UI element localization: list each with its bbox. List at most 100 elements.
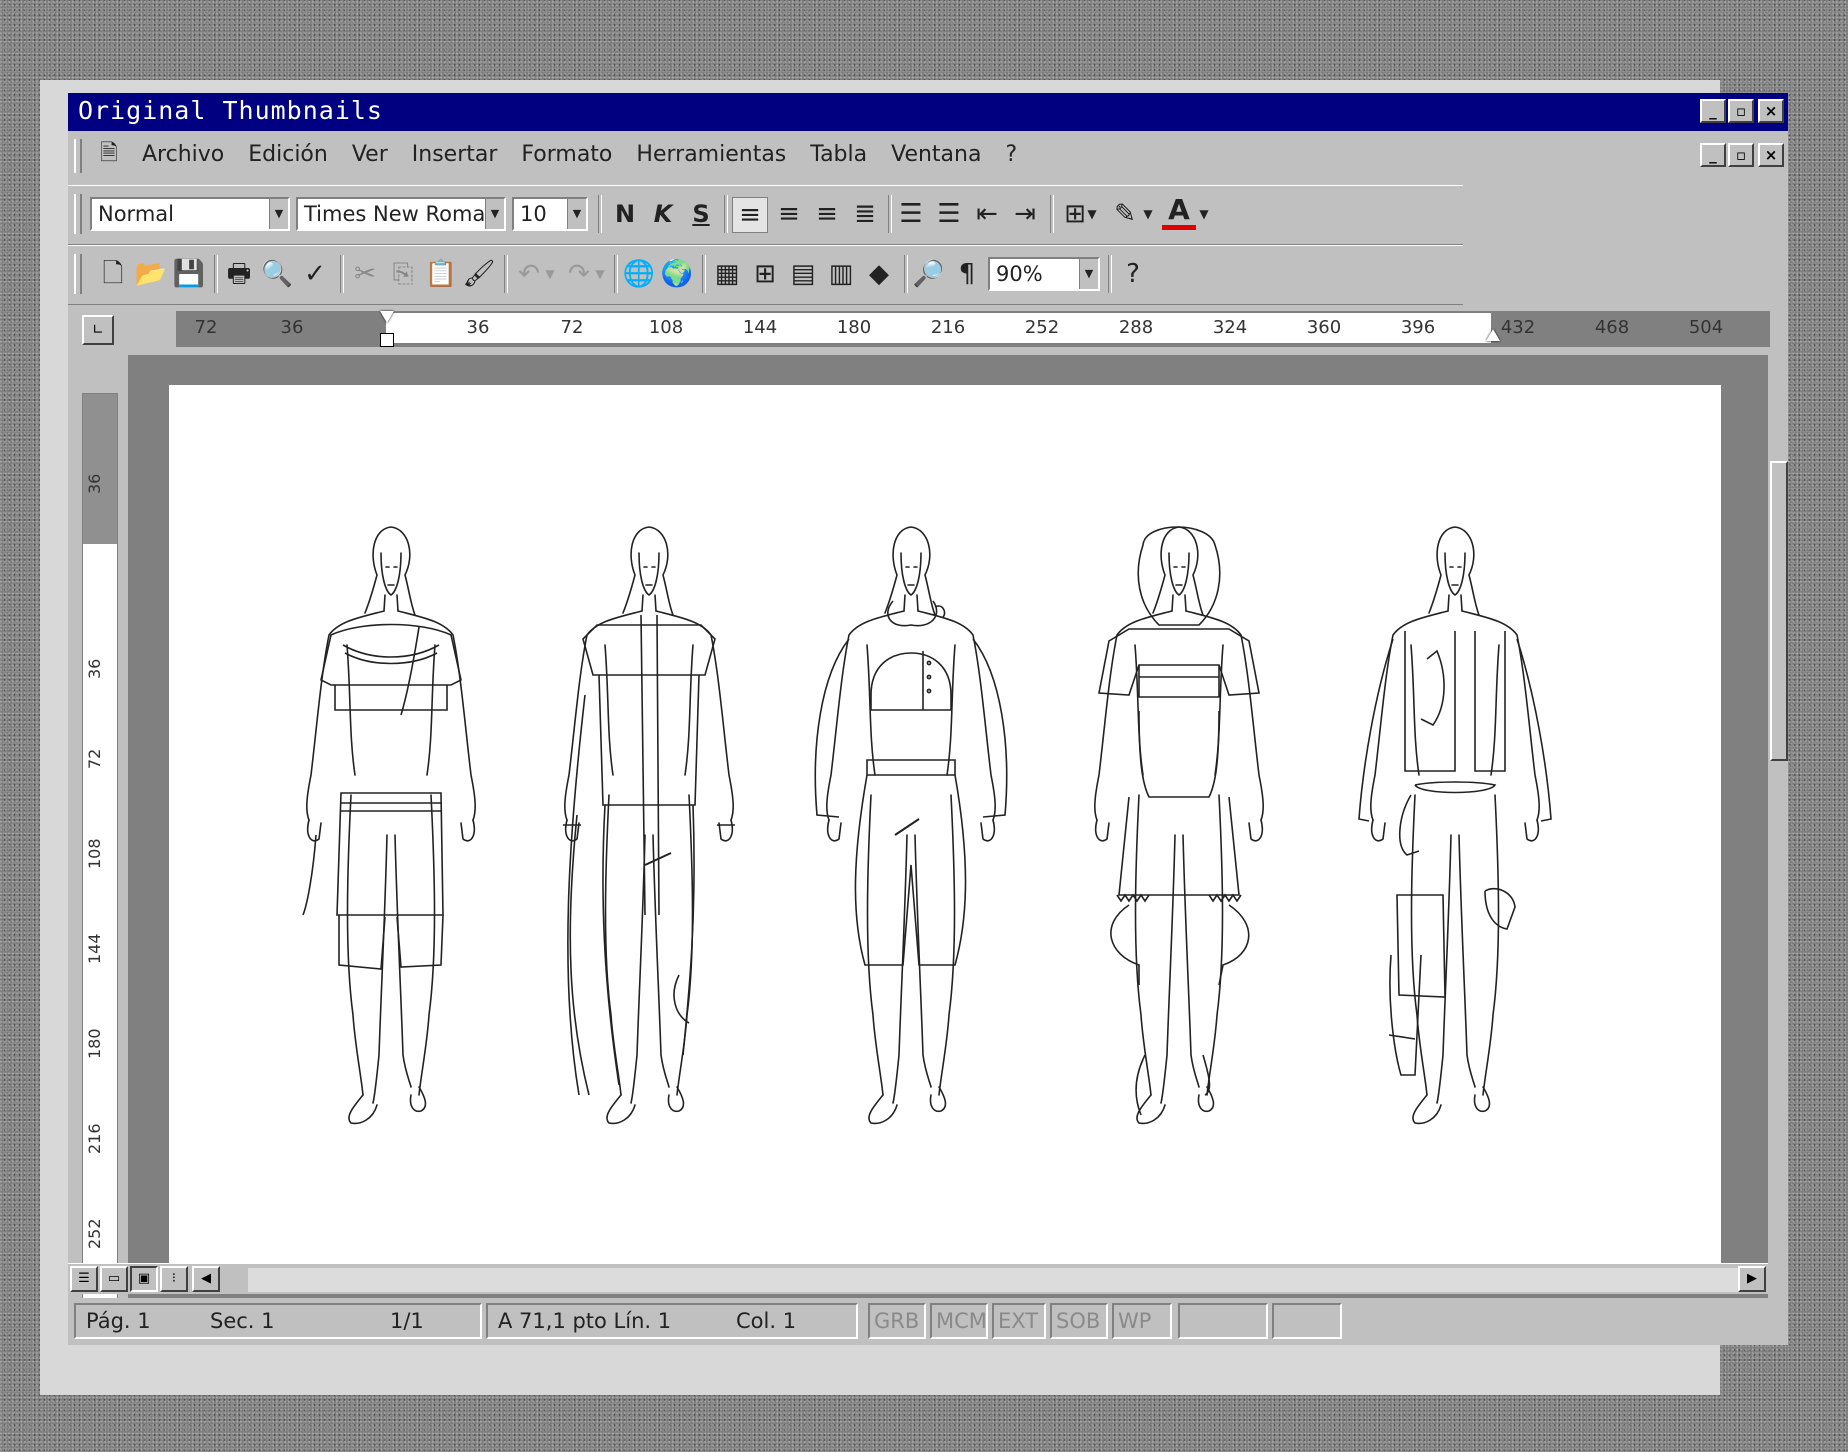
toolbar-grip[interactable]	[74, 254, 82, 294]
minimize-button[interactable]: _	[1700, 99, 1726, 123]
tables-borders-icon[interactable]: ▦	[710, 257, 744, 291]
menu-grip[interactable]	[74, 139, 82, 173]
scroll-thumb[interactable]	[1770, 461, 1788, 761]
toolbar-grip[interactable]	[74, 194, 82, 234]
save-icon[interactable]: 💾	[172, 257, 206, 291]
ruler-label: 288	[1118, 317, 1154, 338]
chevron-down-icon[interactable]: ▼	[592, 257, 608, 291]
zoom-combo[interactable]: 90% ▼	[988, 257, 1100, 291]
insert-excel-icon[interactable]: ▤	[786, 257, 820, 291]
paste-icon[interactable]: 📋	[424, 257, 458, 291]
doc-minimize-button[interactable]: _	[1700, 143, 1726, 167]
web-layout-button[interactable]: ▭	[100, 1266, 128, 1292]
new-document-icon[interactable]: 🗋	[96, 257, 130, 291]
status-ext[interactable]: EXT	[992, 1303, 1046, 1339]
toolbar-separator	[598, 195, 602, 233]
tab-selector[interactable]: ∟	[82, 315, 114, 345]
align-left-icon[interactable]: ≡	[732, 197, 768, 233]
outline-view-button[interactable]: ⁝	[160, 1266, 188, 1292]
indent-marker[interactable]	[380, 333, 394, 347]
vertical-scrollbar[interactable]	[1770, 311, 1788, 1306]
open-folder-icon[interactable]: 📂	[134, 257, 168, 291]
ruler-label: 180	[836, 317, 872, 338]
italic-button[interactable]: K	[646, 197, 680, 231]
scroll-right-button[interactable]: ▶	[1738, 1266, 1766, 1292]
restore-button[interactable]: ▫	[1728, 99, 1754, 123]
format-painter-icon[interactable]: 🖌	[462, 257, 496, 291]
highlight-icon[interactable]: ✎	[1108, 197, 1142, 231]
chevron-down-icon[interactable]: ▼	[1196, 197, 1212, 231]
status-grb[interactable]: GRB	[868, 1303, 926, 1339]
copy-icon[interactable]: ⎘	[386, 257, 420, 291]
bold-button[interactable]: N	[608, 197, 642, 231]
chevron-down-icon[interactable]: ▼	[269, 199, 288, 229]
chevron-down-icon[interactable]: ▼	[485, 199, 504, 229]
bullet-list-icon[interactable]: ☰	[932, 197, 966, 231]
right-indent-marker[interactable]	[1486, 329, 1500, 341]
align-right-icon[interactable]: ≡	[810, 197, 844, 231]
increase-indent-icon[interactable]: ⇥	[1008, 197, 1042, 231]
menu-ver[interactable]: Ver	[352, 142, 388, 167]
redo-icon[interactable]: ↷	[562, 257, 596, 291]
chevron-down-icon[interactable]: ▼	[1079, 259, 1098, 289]
menu-edicion[interactable]: Edición	[248, 142, 328, 167]
menu-archivo[interactable]: Archivo	[142, 142, 224, 167]
doc-close-button[interactable]: ×	[1758, 143, 1784, 167]
toolbar-separator	[504, 255, 508, 293]
status-column: Col. 1	[736, 1309, 797, 1333]
ruler-label: 144	[85, 933, 104, 964]
hyperlink-icon[interactable]: 🌐	[622, 257, 656, 291]
columns-icon[interactable]: ▥	[824, 257, 858, 291]
style-combo[interactable]: Normal ▼	[90, 197, 290, 231]
underline-button[interactable]: S	[684, 197, 718, 231]
undo-icon[interactable]: ↶	[512, 257, 546, 291]
vertical-ruler[interactable]: 36 36 72 108 144 180 216 252	[82, 393, 118, 1325]
font-color-icon[interactable]: A	[1162, 195, 1196, 230]
chevron-down-icon[interactable]: ▼	[542, 257, 558, 291]
title-bar: Original Thumbnails _ ▫ ×	[68, 93, 1788, 131]
menu-formato[interactable]: Formato	[521, 142, 612, 167]
spelling-icon[interactable]: ✓	[298, 257, 332, 291]
scroll-left-button[interactable]: ◀	[192, 1266, 220, 1292]
document-map-icon[interactable]: 🔎	[912, 257, 946, 291]
chevron-down-icon[interactable]: ▼	[1140, 197, 1156, 231]
web-toolbar-icon[interactable]: 🌍	[660, 257, 694, 291]
toolbar-separator	[702, 255, 706, 293]
menu-help[interactable]: ?	[1005, 142, 1017, 167]
font-combo[interactable]: Times New Roman ▼	[296, 197, 506, 231]
close-button[interactable]: ×	[1758, 99, 1784, 123]
size-combo[interactable]: 10 ▼	[512, 197, 588, 231]
doc-restore-button[interactable]: ▫	[1728, 143, 1754, 167]
menu-tabla[interactable]: Tabla	[810, 142, 867, 167]
cut-icon[interactable]: ✂	[348, 257, 382, 291]
document-page[interactable]	[169, 385, 1721, 1285]
document-icon[interactable]: 🗎	[92, 137, 126, 171]
print-preview-icon[interactable]: 🔍	[260, 257, 294, 291]
chevron-down-icon[interactable]: ▼	[567, 199, 586, 229]
justify-icon[interactable]: ≣	[848, 197, 882, 231]
sketch-figure-1	[302, 526, 476, 1125]
normal-view-button[interactable]: ☰	[70, 1266, 98, 1292]
indent-marker[interactable]	[380, 311, 394, 323]
menu-herramientas[interactable]: Herramientas	[636, 142, 786, 167]
horizontal-scrollbar[interactable]: ☰ ▭ ▣ ⁝ ◀ ▶	[68, 1263, 1768, 1294]
menu-insertar[interactable]: Insertar	[412, 142, 498, 167]
office-assistant-icon[interactable]: ?	[1116, 257, 1150, 291]
horizontal-ruler[interactable]: 72 36 36 72 108 144 180 216 252 288 324 …	[176, 311, 1776, 347]
decrease-indent-icon[interactable]: ⇤	[970, 197, 1004, 231]
print-icon[interactable]: 🖶	[222, 257, 256, 291]
pilcrow-icon[interactable]: ¶	[950, 257, 984, 291]
status-sob[interactable]: SOB	[1050, 1303, 1108, 1339]
align-center-icon[interactable]: ≡	[772, 197, 806, 231]
print-layout-button[interactable]: ▣	[130, 1266, 158, 1292]
insert-table-icon[interactable]: ⊞	[748, 257, 782, 291]
status-mcm[interactable]: MCM	[930, 1303, 988, 1339]
chevron-down-icon[interactable]: ▼	[1084, 197, 1100, 231]
status-empty-1	[1178, 1303, 1268, 1339]
menu-ventana[interactable]: Ventana	[891, 142, 981, 167]
numbered-list-icon[interactable]: ☰	[894, 197, 928, 231]
fashion-sketches	[302, 526, 1552, 1125]
status-wp[interactable]: WP	[1112, 1303, 1172, 1339]
scroll-track[interactable]	[248, 1268, 1738, 1292]
drawing-icon[interactable]: ◆	[862, 257, 896, 291]
